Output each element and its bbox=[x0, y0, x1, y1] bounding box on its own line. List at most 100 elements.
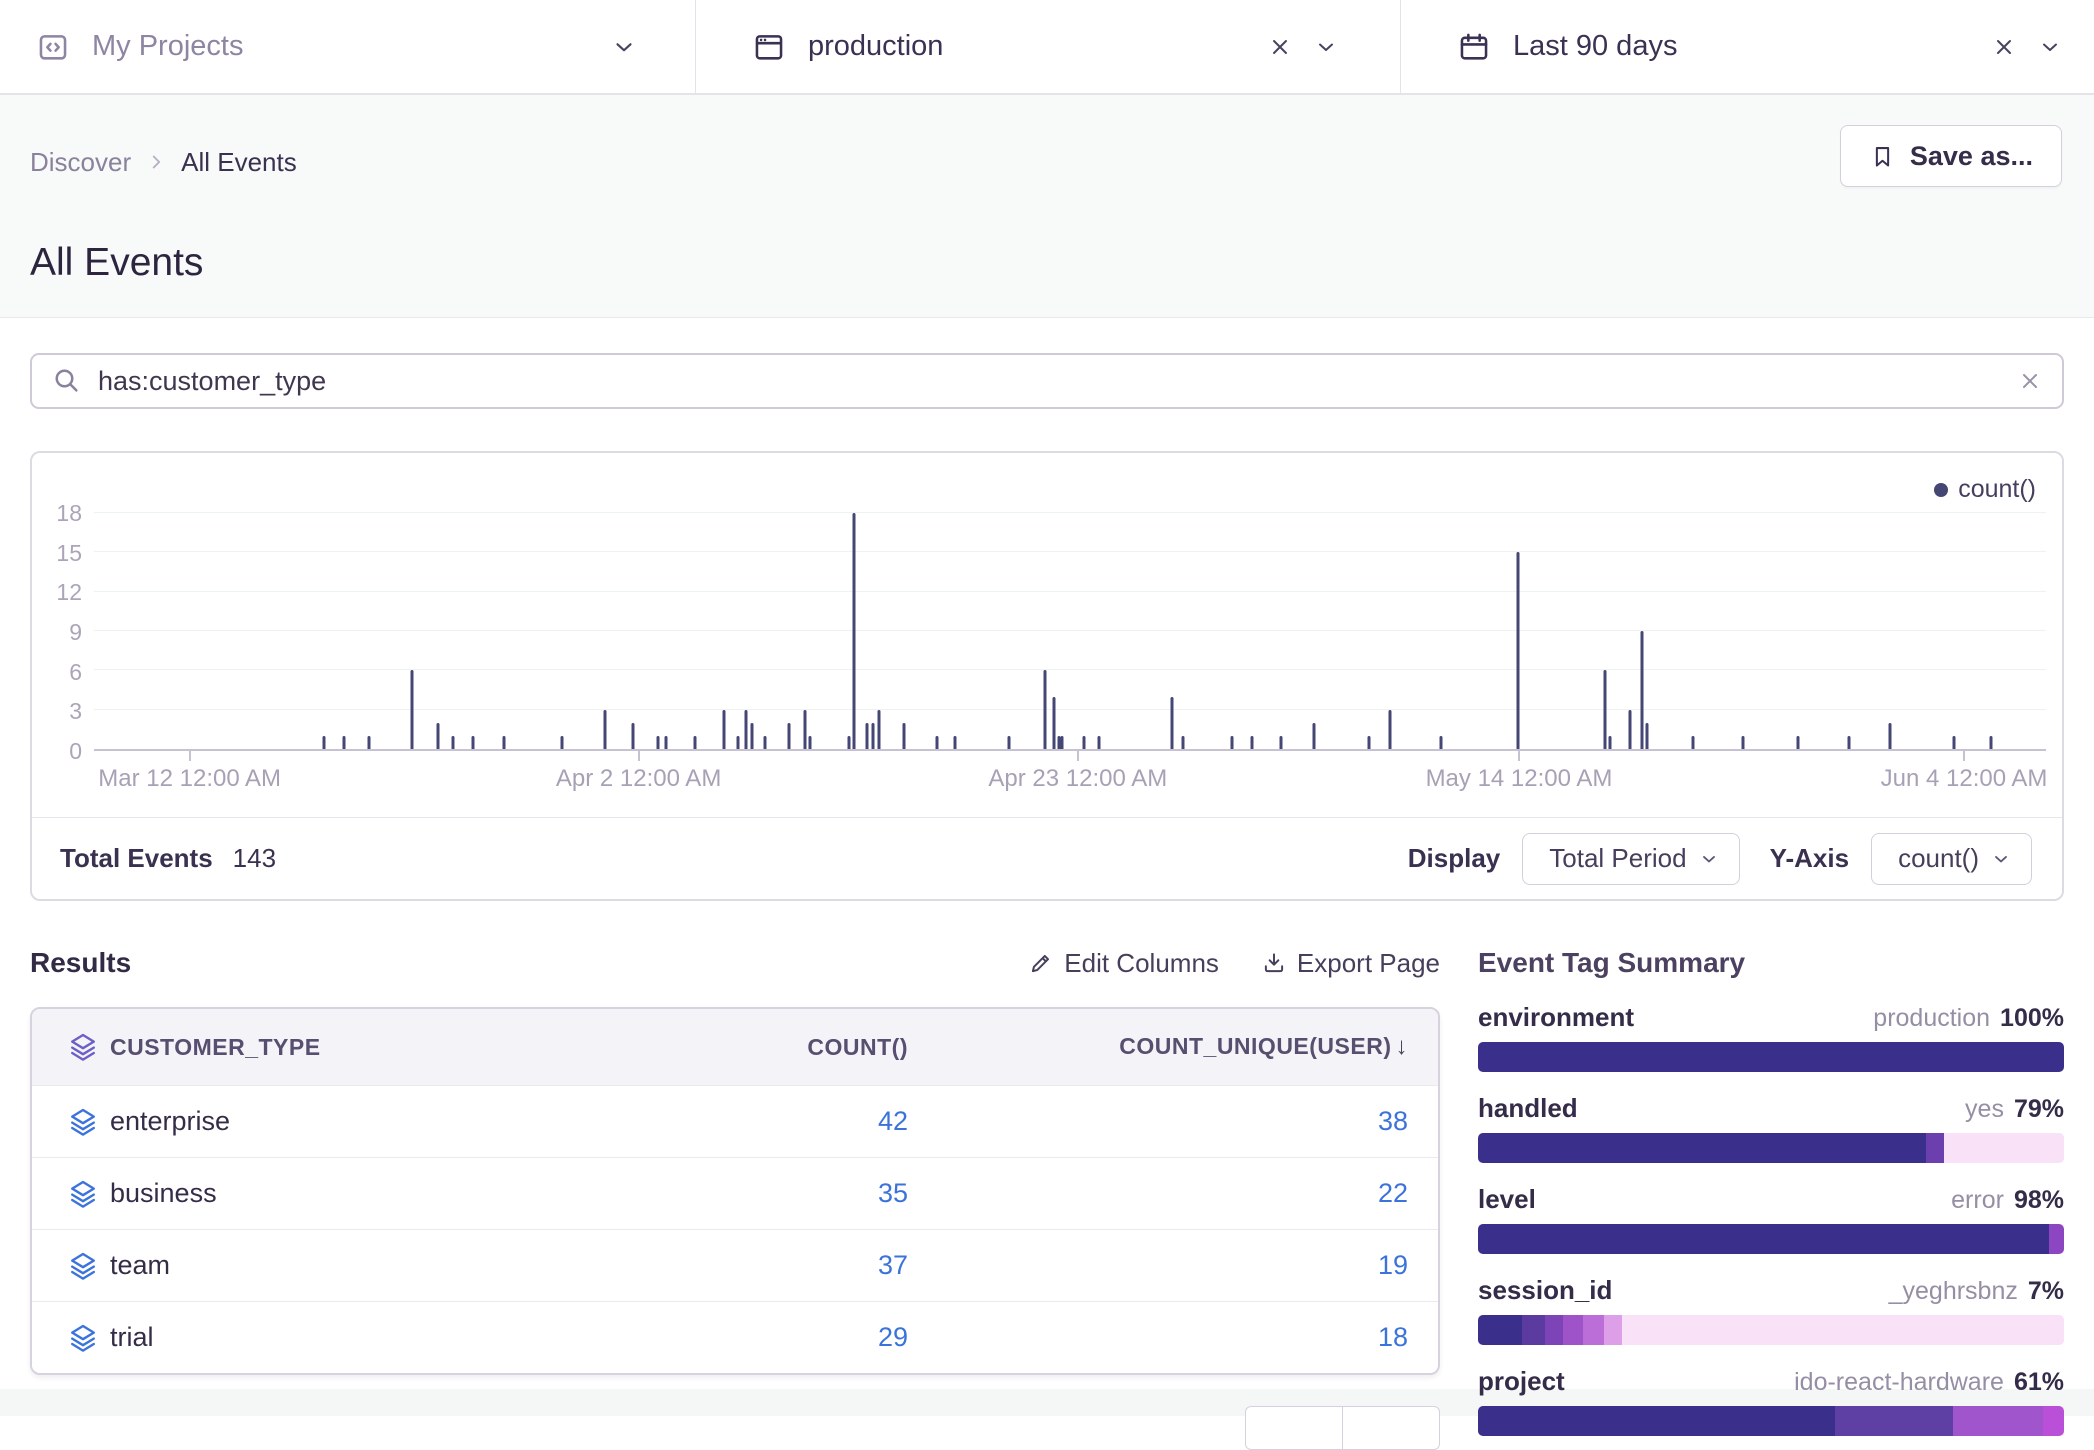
breadcrumb-chevron-icon bbox=[145, 151, 167, 173]
clear-search-icon[interactable] bbox=[2018, 369, 2042, 393]
breadcrumb-discover-link[interactable]: Discover bbox=[30, 147, 131, 178]
download-icon bbox=[1261, 950, 1287, 976]
edit-columns-button[interactable]: Edit Columns bbox=[1028, 948, 1219, 979]
stack-icon[interactable] bbox=[32, 1179, 110, 1209]
export-page-button[interactable]: Export Page bbox=[1261, 948, 1440, 979]
save-as-button[interactable]: Save as... bbox=[1840, 125, 2062, 187]
table-row[interactable]: business 35 22 bbox=[32, 1157, 1438, 1229]
chart-bar bbox=[1990, 736, 1993, 749]
project-filter[interactable]: My Projects bbox=[0, 0, 695, 93]
tag-bar-segment[interactable] bbox=[1944, 1133, 2064, 1163]
stack-icon[interactable] bbox=[32, 1107, 110, 1137]
column-header-count[interactable]: COUNT() bbox=[688, 1034, 938, 1061]
date-range-filter[interactable]: Last 90 days bbox=[1400, 0, 2094, 93]
chart-bar bbox=[1797, 736, 1800, 749]
tag-bar-segment[interactable] bbox=[1478, 1406, 1835, 1436]
tag-bar-segment[interactable] bbox=[1545, 1315, 1563, 1345]
tag-summary-row: level error 98% bbox=[1478, 1184, 2064, 1254]
stack-icon[interactable] bbox=[32, 1323, 110, 1353]
chart-bar bbox=[853, 513, 856, 749]
row-count-unique-link[interactable]: 38 bbox=[1378, 1106, 1408, 1136]
chart-bar bbox=[953, 736, 956, 749]
table-row[interactable]: enterprise 42 38 bbox=[32, 1085, 1438, 1157]
chart-bar bbox=[903, 723, 906, 749]
chevron-down-icon[interactable] bbox=[1314, 35, 1338, 59]
tag-bar-segment[interactable] bbox=[1953, 1406, 2044, 1436]
results-table-body: enterprise 42 38 business 35 22 team 37 … bbox=[32, 1085, 1438, 1373]
tag-bar-segment[interactable] bbox=[1478, 1042, 2064, 1072]
environment-filter-label: production bbox=[808, 30, 943, 63]
sort-arrow-icon: ↓ bbox=[1396, 1033, 1409, 1060]
row-count-link[interactable]: 37 bbox=[878, 1250, 908, 1280]
chart-bar bbox=[1603, 670, 1606, 749]
tag-bar bbox=[1478, 1133, 2064, 1163]
chevron-down-icon[interactable] bbox=[611, 34, 637, 60]
row-count-unique-link[interactable]: 18 bbox=[1378, 1322, 1408, 1352]
tag-bar-segment[interactable] bbox=[1478, 1133, 1926, 1163]
row-count-link[interactable]: 42 bbox=[878, 1106, 908, 1136]
tag-key: level bbox=[1478, 1184, 1536, 1215]
tag-bar bbox=[1478, 1406, 2064, 1436]
tag-bar-segment[interactable] bbox=[2049, 1224, 2064, 1254]
chart-bar bbox=[631, 723, 634, 749]
chart-bar bbox=[1061, 736, 1064, 749]
row-count-link[interactable]: 35 bbox=[878, 1178, 908, 1208]
yaxis-dropdown-value: count() bbox=[1898, 843, 1979, 874]
pagination-previous-button[interactable] bbox=[1245, 1406, 1343, 1450]
tag-bar-segment[interactable] bbox=[1563, 1315, 1584, 1345]
chart-bar bbox=[723, 710, 726, 749]
row-customer-type: team bbox=[110, 1250, 688, 1281]
yaxis-dropdown[interactable]: count() bbox=[1871, 833, 2032, 885]
gridline bbox=[94, 630, 2046, 631]
legend-label: count() bbox=[1958, 475, 2036, 504]
environment-filter[interactable]: production bbox=[695, 0, 1400, 93]
chart-bar bbox=[871, 723, 874, 749]
tag-bar-segment[interactable] bbox=[1522, 1315, 1545, 1345]
tag-bar-segment[interactable] bbox=[1622, 1315, 2064, 1345]
tag-percent: 98% bbox=[2014, 1186, 2064, 1215]
chart-bar bbox=[1008, 736, 1011, 749]
tag-bar-segment[interactable] bbox=[1478, 1224, 2049, 1254]
pagination-next-button[interactable] bbox=[1342, 1406, 1440, 1450]
search-input[interactable] bbox=[98, 366, 2018, 397]
tag-summary-row: handled yes 79% bbox=[1478, 1093, 2064, 1163]
tag-bar-segment[interactable] bbox=[1835, 1406, 1952, 1436]
row-customer-type: enterprise bbox=[110, 1106, 688, 1137]
date-range-filter-label: Last 90 days bbox=[1513, 30, 1677, 63]
table-row[interactable]: team 37 19 bbox=[32, 1229, 1438, 1301]
display-dropdown[interactable]: Total Period bbox=[1522, 833, 1739, 885]
chart-bar bbox=[1182, 736, 1185, 749]
chart-bar bbox=[411, 670, 414, 749]
x-axis-tick-mark bbox=[638, 751, 640, 761]
row-count-link[interactable]: 29 bbox=[878, 1322, 908, 1352]
projects-icon bbox=[36, 30, 70, 64]
close-icon[interactable] bbox=[1992, 35, 2016, 59]
column-header-customer-type[interactable]: CUSTOMER_TYPE bbox=[110, 1034, 688, 1061]
tag-bar-segment[interactable] bbox=[1926, 1133, 1944, 1163]
close-icon[interactable] bbox=[1268, 35, 1292, 59]
chart-legend-item[interactable]: count() bbox=[1934, 475, 2036, 504]
row-count-unique-link[interactable]: 22 bbox=[1378, 1178, 1408, 1208]
x-axis-tick-label: Mar 12 12:00 AM bbox=[98, 765, 281, 793]
chart-bar bbox=[848, 736, 851, 749]
stack-icon[interactable] bbox=[32, 1251, 110, 1281]
row-count-unique-link[interactable]: 19 bbox=[1378, 1250, 1408, 1280]
tag-bar-segment[interactable] bbox=[2043, 1406, 2064, 1436]
chart-bar bbox=[323, 736, 326, 749]
table-row[interactable]: trial 29 18 bbox=[32, 1301, 1438, 1373]
tag-percent: 100% bbox=[2000, 1004, 2064, 1033]
stack-icon[interactable] bbox=[32, 1032, 110, 1062]
total-events-value: 143 bbox=[233, 843, 276, 874]
chart-bar bbox=[744, 710, 747, 749]
chart-plot bbox=[94, 513, 2046, 751]
column-header-count-unique[interactable]: COUNT_UNIQUE(USER)↓ bbox=[938, 1033, 1438, 1061]
event-tag-summary: Event Tag Summary environment production… bbox=[1478, 945, 2064, 1436]
chevron-down-icon[interactable] bbox=[2038, 35, 2062, 59]
chart-bar bbox=[436, 723, 439, 749]
chart-bar bbox=[1516, 552, 1519, 749]
search-bar[interactable] bbox=[30, 353, 2064, 409]
tag-bar-segment[interactable] bbox=[1583, 1315, 1604, 1345]
tag-bar-segment[interactable] bbox=[1604, 1315, 1622, 1345]
tag-bar-segment[interactable] bbox=[1478, 1315, 1522, 1345]
chart-bar bbox=[809, 736, 812, 749]
